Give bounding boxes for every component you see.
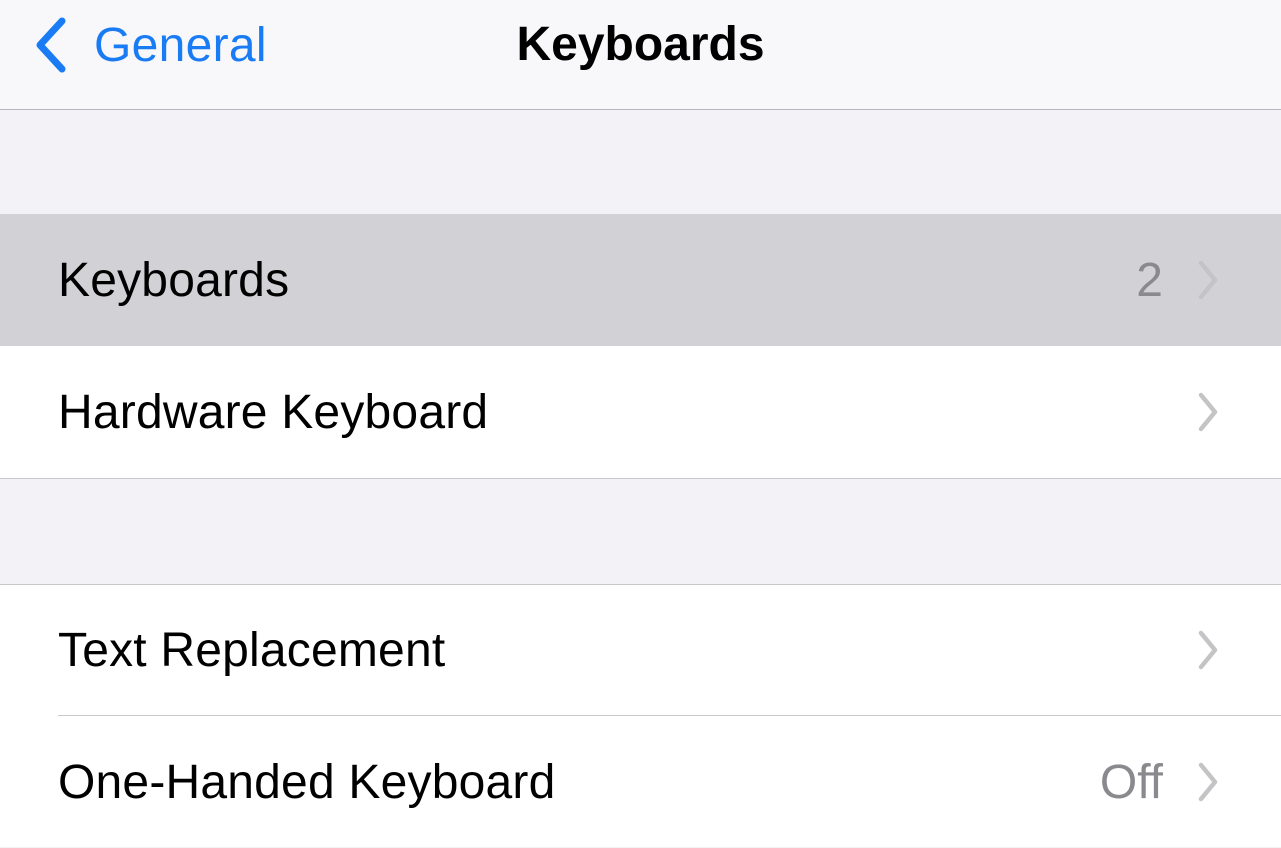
chevron-right-icon — [1198, 630, 1218, 670]
navigation-bar: General Keyboards — [0, 0, 1281, 110]
chevron-right-icon — [1198, 260, 1218, 300]
row-label: Text Replacement — [58, 623, 446, 677]
row-keyboards[interactable]: Keyboards 2 — [0, 214, 1281, 346]
section-spacer — [0, 110, 1281, 214]
row-one-handed-keyboard[interactable]: One-Handed Keyboard Off — [0, 716, 1281, 848]
row-label: Hardware Keyboard — [58, 385, 489, 439]
chevron-right-icon — [1198, 392, 1218, 432]
row-hardware-keyboard[interactable]: Hardware Keyboard — [0, 346, 1281, 478]
section-spacer — [0, 479, 1281, 584]
page-title: Keyboards — [516, 18, 765, 71]
row-label: Keyboards — [58, 253, 290, 307]
one-handed-keyboard-value: Off — [1099, 755, 1163, 809]
chevron-right-icon — [1198, 762, 1218, 802]
keyboards-count-value: 2 — [1136, 253, 1163, 307]
settings-group-keyboards: Keyboards 2 Hardware Keyboard — [0, 214, 1281, 479]
row-text-replacement[interactable]: Text Replacement — [0, 584, 1281, 716]
row-label: One-Handed Keyboard — [58, 755, 556, 809]
settings-group-text: Text Replacement One-Handed Keyboard Off — [0, 584, 1281, 847]
